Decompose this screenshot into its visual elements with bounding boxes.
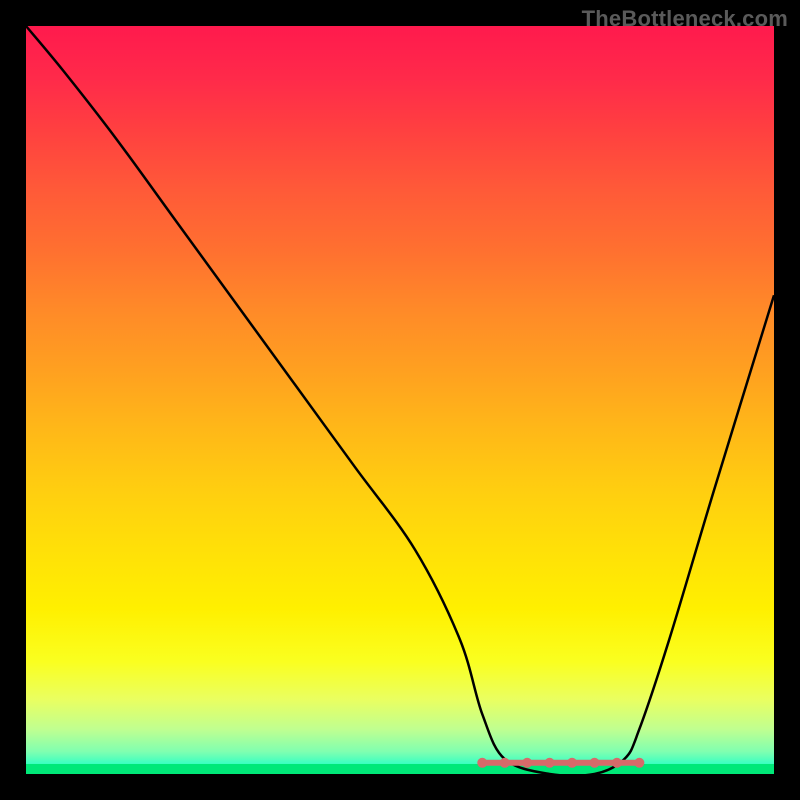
flat-region-markers [477,758,644,768]
flat-region-marker [477,758,487,768]
flat-region-marker [634,758,644,768]
flat-region-marker [522,758,532,768]
bottleneck-chart [26,26,774,774]
watermark-text: TheBottleneck.com [582,6,788,32]
flat-region-marker [612,758,622,768]
flat-region-marker [567,758,577,768]
flat-region-marker [500,758,510,768]
flat-region-marker [589,758,599,768]
curve-path [26,26,774,776]
bottleneck-curve [26,26,774,776]
flat-region-marker [545,758,555,768]
curve-layer [26,26,774,774]
